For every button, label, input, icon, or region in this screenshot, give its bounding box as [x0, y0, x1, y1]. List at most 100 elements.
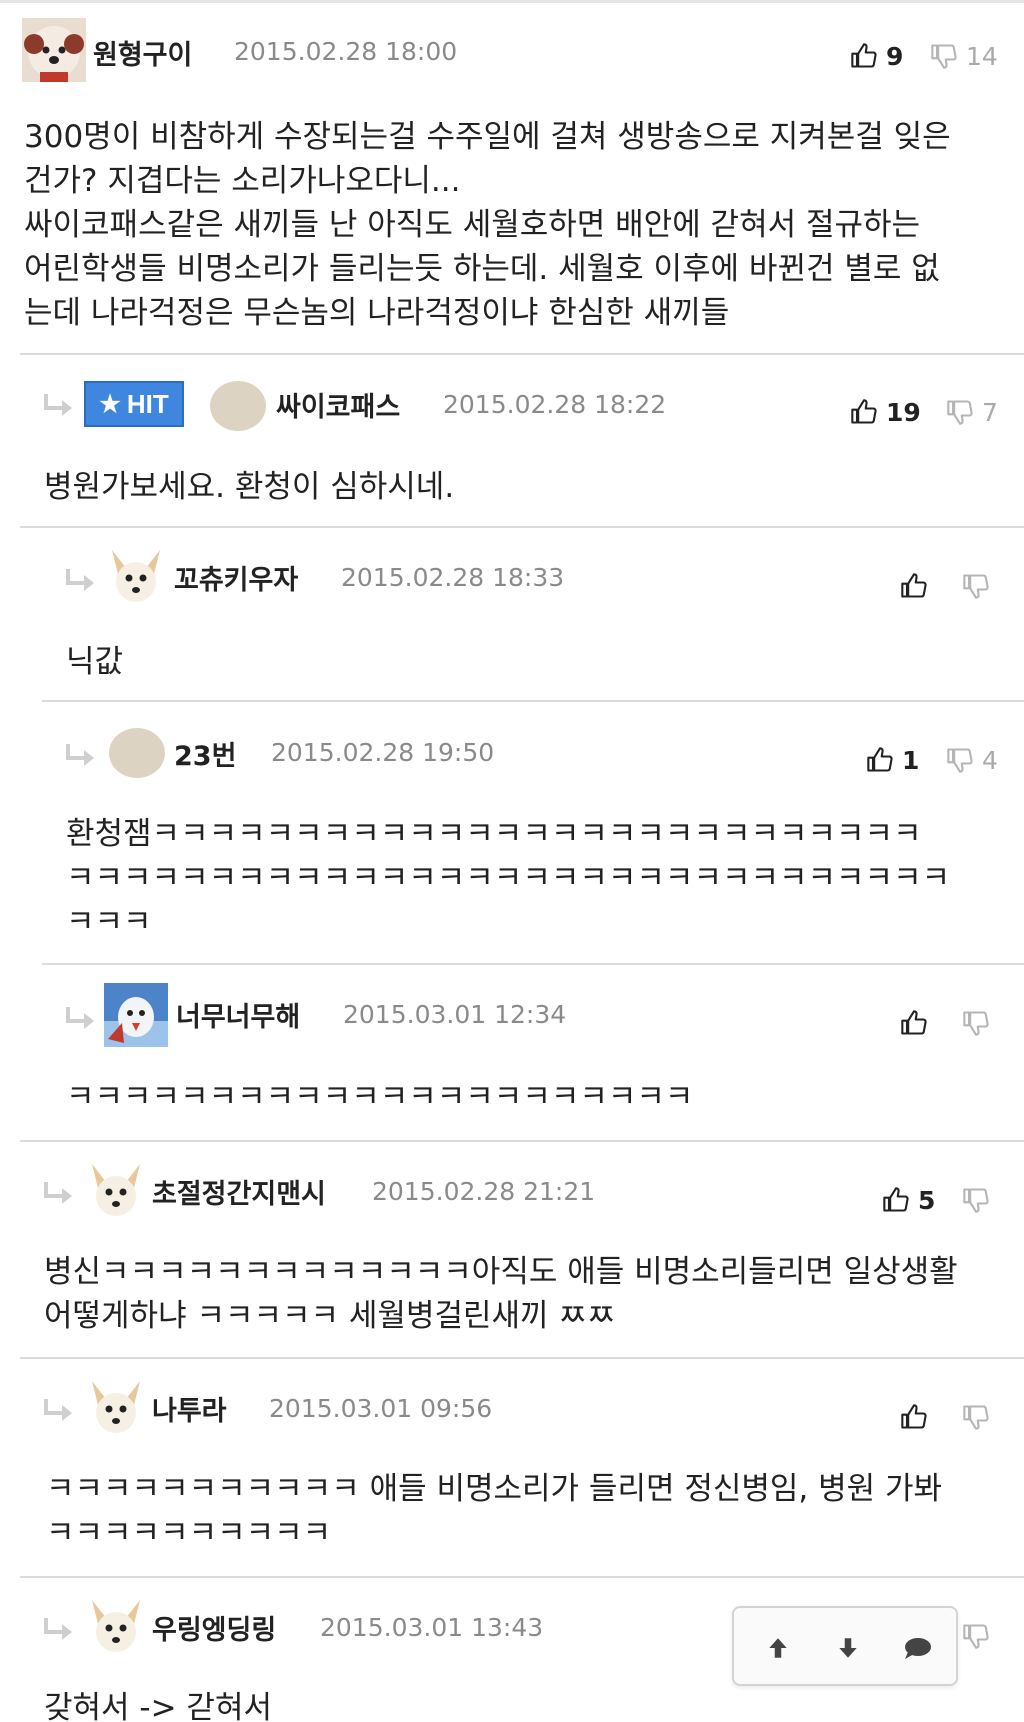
downvote-button[interactable]: 14 — [930, 36, 998, 76]
nickname[interactable]: 싸이코패스 — [276, 385, 400, 424]
timestamp: 2015.02.28 18:22 — [443, 390, 667, 419]
vote-group: 19 7 — [850, 392, 1010, 432]
comment-line: ㅋㅋㅋㅋㅋㅋㅋㅋㅋㅋㅋㅋㅋㅋㅋㅋㅋㅋㅋㅋㅋㅋㅋㅋㅋㅋㅋㅋㅋㅋㅋ — [66, 860, 951, 896]
timestamp: 2015.02.28 19:50 — [271, 738, 495, 767]
upvote-count: 19 — [886, 397, 921, 427]
vote-group — [900, 1397, 1010, 1437]
downvote-button[interactable] — [962, 1616, 998, 1656]
downvote-button[interactable] — [962, 1003, 998, 1043]
hit-badge: ★ HIT — [84, 381, 184, 427]
vote-group — [900, 1003, 1010, 1043]
scroll-up-button[interactable] — [758, 1628, 798, 1668]
comment-button[interactable] — [898, 1628, 938, 1668]
nickname[interactable]: 나투라 — [152, 1389, 227, 1428]
downvote-button[interactable] — [962, 566, 998, 606]
upvote-button[interactable]: 1 — [866, 740, 919, 780]
nickname[interactable]: 초절정간지맨시 — [152, 1172, 326, 1211]
comment-line: 300명이 비참하게 수장되는걸 수주일에 걸쳐 생방송으로 지켜본걸 잊은 — [24, 119, 951, 155]
reply-arrow-icon — [66, 1007, 94, 1029]
comment-line: ㅋㅋㅋ — [66, 904, 152, 940]
vote-group: 1 4 — [866, 740, 1016, 780]
nested-reply-comment: 너무너무해 2015.03.01 12:34 ㅋㅋㅋㅋㅋㅋㅋㅋㅋㅋㅋㅋㅋㅋㅋㅋㅋ… — [0, 965, 1024, 1142]
reply-comment: 초절정간지맨시 2015.02.28 21:21 5 병신ㅋㅋㅋㅋㅋㅋㅋㅋㅋㅋㅋ… — [0, 1142, 1024, 1359]
nickname[interactable]: 23번 — [174, 734, 236, 773]
avatar-chihuahua-image — [84, 1375, 148, 1439]
avatar[interactable] — [22, 18, 86, 82]
comment-line: 병원가보세요. 환청이 심하시네. — [44, 469, 455, 505]
downvote-button[interactable]: 4 — [946, 740, 998, 780]
vote-group — [962, 1616, 1012, 1656]
avatar-blank-image — [106, 722, 168, 784]
avatar[interactable] — [84, 1594, 148, 1658]
thumbs-up-icon — [851, 399, 877, 424]
reply-comment: 나투라 2015.03.01 09:56 ㅋㅋㅋㅋㅋㅋㅋㅋㅋㅋㅋ 애들 비명소리… — [0, 1359, 1024, 1578]
timestamp: 2015.02.28 18:33 — [341, 563, 565, 592]
nickname[interactable]: 너무너무해 — [176, 995, 300, 1034]
comment-body: ㅋㅋㅋㅋㅋㅋㅋㅋㅋㅋㅋㅋㅋㅋㅋㅋㅋㅋㅋㅋㅋㅋ — [66, 1075, 1006, 1119]
comment-line: 병신ㅋㅋㅋㅋㅋㅋㅋㅋㅋㅋㅋㅋㅋ아직도 애들 비명소리들리면 일상생활 — [44, 1254, 958, 1290]
comment-body: ㅋㅋㅋㅋㅋㅋㅋㅋㅋㅋㅋ 애들 비명소리가 들리면 정신병임, 병원 가봐 ㅋㅋㅋ… — [46, 1467, 1006, 1555]
upvote-button[interactable] — [900, 1397, 936, 1437]
comment-line: 싸이코패스같은 새끼들 난 아직도 세월호하면 배안에 갇혀서 절규하는 — [24, 207, 921, 243]
comment-body: 환청잼ㅋㅋㅋㅋㅋㅋㅋㅋㅋㅋㅋㅋㅋㅋㅋㅋㅋㅋㅋㅋㅋㅋㅋㅋㅋㅋㅋ ㅋㅋㅋㅋㅋㅋㅋㅋㅋ… — [66, 812, 1006, 944]
thumbs-down-icon — [963, 574, 989, 599]
thumbs-down-icon — [931, 44, 957, 69]
thumbs-down-icon — [947, 748, 973, 773]
comment-line: ㅋㅋㅋㅋㅋㅋㅋㅋㅋㅋ — [46, 1515, 332, 1551]
arrow-up-icon — [769, 1638, 787, 1658]
comment-body: 닉값 — [66, 640, 1006, 684]
nested-reply-comment: 꼬츄키우자 2015.02.28 18:33 닉값 — [0, 528, 1024, 702]
reply-arrow-icon — [66, 569, 94, 591]
comment-line: ㅋㅋㅋㅋㅋㅋㅋㅋㅋㅋㅋㅋㅋㅋㅋㅋㅋㅋㅋㅋㅋㅋ — [66, 1079, 694, 1115]
scroll-down-button[interactable] — [828, 1628, 868, 1668]
avatar-chihuahua-image — [84, 1158, 148, 1222]
downvote-button[interactable]: 7 — [946, 392, 998, 432]
avatar[interactable] — [207, 375, 269, 437]
reply-arrow-icon — [44, 1182, 72, 1204]
vote-group — [900, 566, 1010, 606]
comment-line: 환청잼ㅋㅋㅋㅋㅋㅋㅋㅋㅋㅋㅋㅋㅋㅋㅋㅋㅋㅋㅋㅋㅋㅋㅋㅋㅋㅋㅋ — [66, 816, 922, 852]
comment-body: 300명이 비참하게 수장되는걸 수주일에 걸쳐 생방송으로 지켜본걸 잊은 건… — [24, 115, 1004, 335]
comment-line: 갖혀서 -> 갇혀서 — [44, 1690, 272, 1722]
comment-line: 닉값 — [66, 644, 124, 680]
nickname[interactable]: 우링엥딩링 — [152, 1608, 276, 1647]
avatar-dog-image — [22, 18, 86, 82]
vote-group: 5 — [882, 1180, 1012, 1220]
downvote-count: 14 — [966, 41, 998, 71]
floating-action-bar — [732, 1606, 958, 1686]
comment-line: 건가? 지겹다는 소리가나오다니... — [24, 163, 461, 199]
avatar[interactable] — [84, 1158, 148, 1222]
upvote-count: 1 — [902, 745, 920, 775]
downvote-count: 7 — [982, 397, 998, 427]
thumbs-up-icon — [883, 1187, 909, 1212]
comment-line: 는데 나라걱정은 무슨놈의 나라걱정이냐 한심한 새끼들 — [24, 295, 730, 331]
thumbs-down-icon — [963, 1011, 989, 1036]
comment-body: 갖혀서 -> 갇혀서 — [44, 1686, 1004, 1722]
downvote-button[interactable] — [962, 1397, 998, 1437]
upvote-button[interactable] — [900, 566, 936, 606]
avatar[interactable] — [106, 722, 168, 784]
thumbs-down-icon — [963, 1188, 989, 1213]
timestamp: 2015.03.01 09:56 — [269, 1394, 493, 1423]
avatar-chihuahua-image — [84, 1594, 148, 1658]
nickname[interactable]: 꼬츄키우자 — [174, 558, 298, 597]
upvote-button[interactable]: 19 — [850, 392, 921, 432]
avatar[interactable] — [84, 1375, 148, 1439]
comment: 원형구이 2015.02.28 18:00 9 14 300명이 비참하게 수장… — [0, 0, 1024, 355]
timestamp: 2015.03.01 13:43 — [320, 1613, 544, 1642]
speech-bubble-icon — [905, 1638, 931, 1659]
thumbs-up-icon — [867, 747, 893, 772]
reply-arrow-icon — [44, 1618, 72, 1640]
upvote-count: 5 — [918, 1185, 936, 1215]
upvote-count: 9 — [886, 41, 904, 71]
avatar-bird-image — [104, 983, 168, 1047]
avatar[interactable] — [104, 983, 168, 1047]
reply-arrow-icon — [66, 744, 94, 766]
thumbs-up-icon — [851, 43, 877, 68]
avatar[interactable] — [104, 544, 168, 608]
upvote-button[interactable]: 5 — [882, 1180, 935, 1220]
downvote-button[interactable] — [962, 1180, 998, 1220]
upvote-button[interactable]: 9 — [850, 36, 903, 76]
nickname[interactable]: 원형구이 — [93, 33, 192, 72]
upvote-button[interactable] — [900, 1003, 936, 1043]
